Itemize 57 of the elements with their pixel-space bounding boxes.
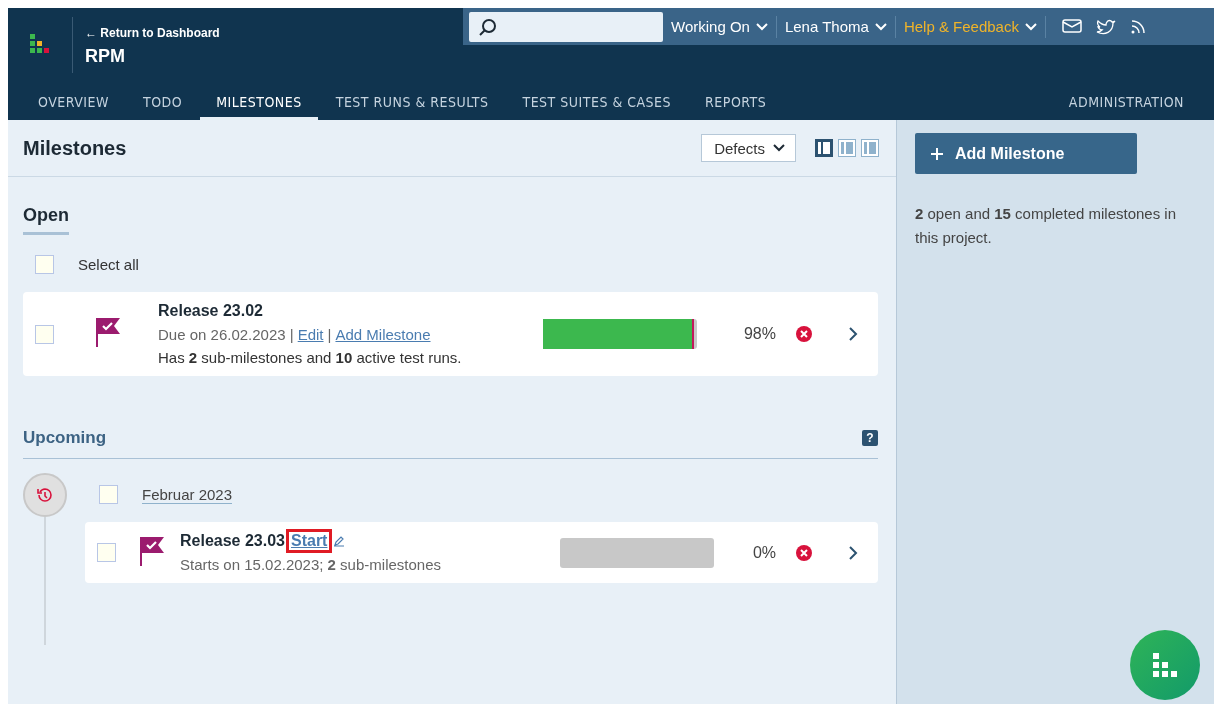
view-toggle[interactable] [861,139,879,157]
nav-tab[interactable]: TODO [126,82,199,120]
month-label: Februar 2023 [142,485,233,504]
grid-icon [1153,653,1177,677]
due-date: | [327,326,332,343]
checkbox[interactable] [35,324,54,344]
return-link[interactable]: ← Return to Dashboard [85,25,220,40]
start-link[interactable]: Start [289,532,330,550]
milestone-count-text: 2 open and 15 completed milestones in this project. [915,204,1178,248]
milestone-link[interactable]: Add Milestone [335,326,431,343]
flag-icon [94,316,122,348]
select-all-label: Select all [78,256,139,273]
error-icon [796,544,812,561]
flag-icon [138,534,166,567]
mail-icon[interactable] [1061,18,1082,33]
section-title: Open [23,205,69,235]
milestone-summary: Starts on 15.02.2023; 2 sub-milestones [180,556,442,573]
nav-tab[interactable]: TEST RUNS & RESULTS [319,82,505,120]
chevron-down-icon [874,22,887,31]
milestone-title: Release 23.03 [180,532,285,550]
help-icon[interactable]: ? [862,430,878,446]
nav-tab[interactable]: TEST SUITES & CASES [506,82,688,120]
chevron-right-icon[interactable] [848,326,858,342]
menu-dropdown[interactable]: Working On [663,15,777,38]
nav-tab[interactable]: REPORTS [689,82,783,120]
checkbox[interactable] [97,543,116,562]
checkbox[interactable] [35,255,54,274]
checkbox[interactable] [99,485,118,504]
chevron-down-icon [773,144,785,152]
chevron-down-icon [1024,22,1037,31]
add-milestone-button[interactable]: Add Milestone [915,133,1137,174]
view-toggle[interactable] [815,139,833,157]
bird-icon[interactable] [1095,18,1116,35]
chevron-down-icon [755,22,768,31]
rss-icon[interactable] [1129,18,1146,35]
error-icon [796,326,812,342]
milestone-summary: Has 2 sub-milestones and 10 active test runs. [158,349,463,366]
milestone-title: Release 23.02 [158,302,264,320]
filter-dropdown[interactable]: Defects [701,134,796,162]
menu-dropdown[interactable]: Lena Thoma [776,15,896,38]
due-date: Due on 26.02.2023 | [158,326,294,343]
logo-icon [30,34,52,56]
milestone-link[interactable]: Edit [297,326,324,343]
page-title: Milestones [23,136,127,160]
progress-percent: 0% [752,543,776,562]
progress-percent: 98% [743,325,776,343]
plus-icon [931,147,943,160]
pencil-icon[interactable] [333,535,346,547]
chevron-right-icon[interactable] [848,544,858,561]
search-icon [479,17,497,36]
section-title: Upcoming [23,428,107,448]
nav-tab[interactable]: ADMINISTRATION [1052,82,1200,120]
project-name: RPM [85,45,126,67]
history-icon [23,473,67,517]
nav-tab[interactable]: OVERVIEW [22,82,125,120]
search-field[interactable] [469,11,663,42]
view-toggle[interactable] [838,139,856,157]
